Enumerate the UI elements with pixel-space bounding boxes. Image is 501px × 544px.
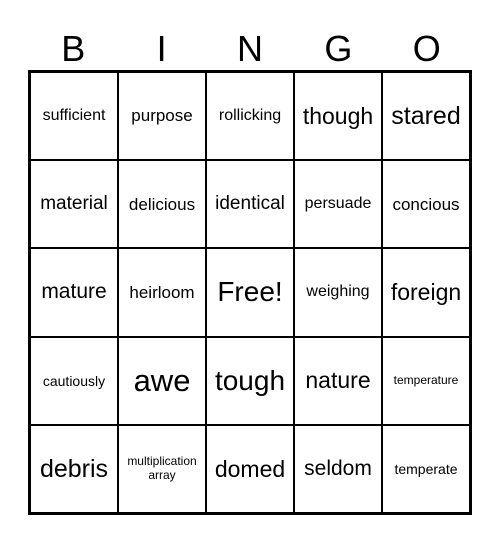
bingo-cell[interactable]: concious (382, 160, 470, 249)
bingo-cell[interactable]: debris (30, 424, 118, 513)
bingo-cell[interactable]: sufficient (30, 72, 118, 161)
bingo-cell[interactable]: purpose (118, 72, 206, 161)
bingo-cell[interactable]: temperate (382, 424, 470, 513)
bingo-cell[interactable]: seldom (294, 424, 382, 513)
bingo-cell[interactable]: nature (294, 336, 382, 425)
bingo-card: sufficient purpose rollicking though sta… (28, 70, 472, 515)
bingo-cell[interactable]: though (294, 72, 382, 161)
bingo-cell[interactable]: persuade (294, 160, 382, 249)
header-letter-b: B (61, 28, 86, 69)
bingo-cell[interactable]: stared (382, 72, 470, 161)
bingo-cell[interactable]: foreign (382, 248, 470, 337)
bingo-cell[interactable]: temperature (382, 336, 470, 425)
bingo-header: B I N G O (29, 28, 471, 70)
bingo-cell[interactable]: identical (206, 160, 294, 249)
bingo-cell[interactable]: domed (206, 424, 294, 513)
header-letter-n: N (236, 28, 263, 69)
bingo-cell[interactable]: mature (30, 248, 118, 337)
bingo-cell[interactable]: multiplication array (118, 424, 206, 513)
bingo-cell[interactable]: material (30, 160, 118, 249)
bingo-cell[interactable]: tough (206, 336, 294, 425)
header-letter-i: I (156, 28, 167, 69)
header-letter-g: G (324, 28, 353, 69)
bingo-cell[interactable]: heirloom (118, 248, 206, 337)
bingo-cell[interactable]: rollicking (206, 72, 294, 161)
bingo-cell[interactable]: awe (118, 336, 206, 425)
bingo-cell[interactable]: delicious (118, 160, 206, 249)
bingo-cell[interactable]: weighing (294, 248, 382, 337)
free-space[interactable]: Free! (206, 248, 294, 337)
header-letter-o: O (412, 28, 441, 69)
bingo-cell[interactable]: cautiously (30, 336, 118, 425)
